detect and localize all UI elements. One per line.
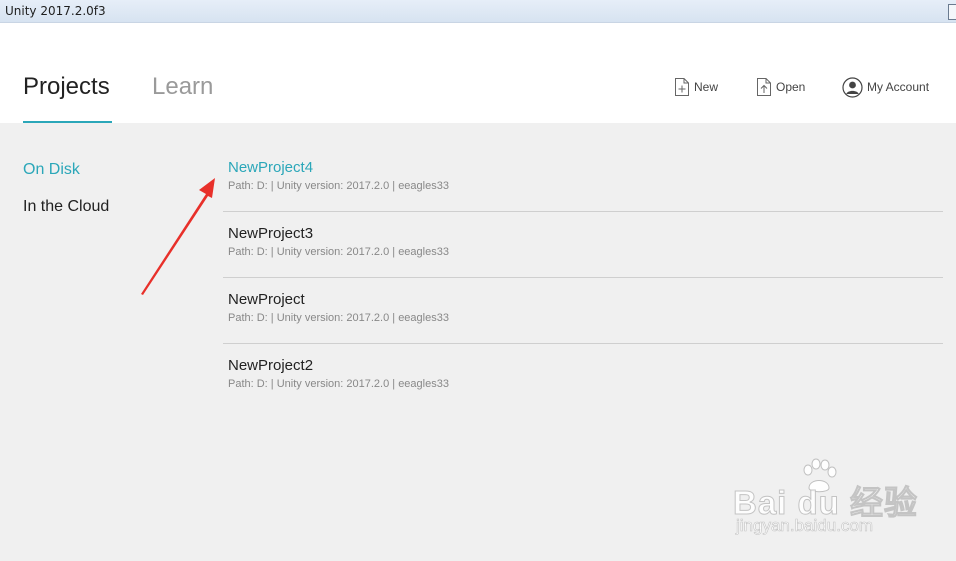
sidebar-item-in-the-cloud[interactable]: In the Cloud: [23, 197, 109, 217]
project-name: NewProject2: [228, 357, 314, 374]
my-account-button[interactable]: My Account: [842, 75, 929, 99]
my-account-label: My Account: [867, 80, 930, 94]
project-list: NewProject4 Path: D: | Unity version: 20…: [223, 146, 943, 409]
new-file-icon: [674, 77, 694, 97]
header: Projects Learn New Open My Account: [0, 23, 956, 123]
open-project-button[interactable]: Open: [756, 75, 805, 99]
window-title: Unity 2017.2.0f3: [5, 4, 106, 18]
project-meta: Path: D: | Unity version: 2017.2.0 | eea…: [228, 246, 449, 258]
paw-icon: [799, 458, 839, 499]
tab-learn[interactable]: Learn: [152, 73, 213, 101]
title-bar: Unity 2017.2.0f3: [0, 0, 956, 23]
new-button-label: New: [694, 80, 719, 94]
new-project-button[interactable]: New: [674, 75, 718, 99]
project-row-newproject3[interactable]: NewProject3 Path: D: | Unity version: 20…: [223, 212, 943, 278]
watermark-brand: Bai du 经验: [732, 484, 919, 522]
project-name: NewProject3: [228, 225, 314, 242]
tab-projects[interactable]: Projects: [23, 73, 110, 101]
open-button-label: Open: [776, 80, 806, 94]
project-name: NewProject4: [228, 159, 314, 176]
watermark-url: jingyan.baidu.com: [736, 516, 874, 536]
project-row-newproject[interactable]: NewProject Path: D: | Unity version: 201…: [223, 278, 943, 344]
active-tab-indicator: [23, 121, 112, 123]
project-meta: Path: D: | Unity version: 2017.2.0 | eea…: [228, 180, 449, 192]
open-file-icon: [756, 77, 776, 97]
unity-hub-window: Unity 2017.2.0f3 Projects Learn New Open…: [0, 0, 956, 561]
project-meta: Path: D: | Unity version: 2017.2.0 | eea…: [228, 312, 449, 324]
project-name: NewProject: [228, 291, 305, 308]
account-avatar-icon: [842, 76, 867, 98]
project-meta: Path: D: | Unity version: 2017.2.0 | eea…: [228, 378, 449, 390]
sidebar-item-on-disk[interactable]: On Disk: [23, 160, 80, 180]
project-row-newproject2[interactable]: NewProject2 Path: D: | Unity version: 20…: [223, 344, 943, 409]
project-row-newproject4[interactable]: NewProject4 Path: D: | Unity version: 20…: [223, 146, 943, 212]
window-control-button[interactable]: [948, 4, 956, 20]
watermark: Bai du 经验 jingyan.baidu.com: [732, 458, 918, 542]
